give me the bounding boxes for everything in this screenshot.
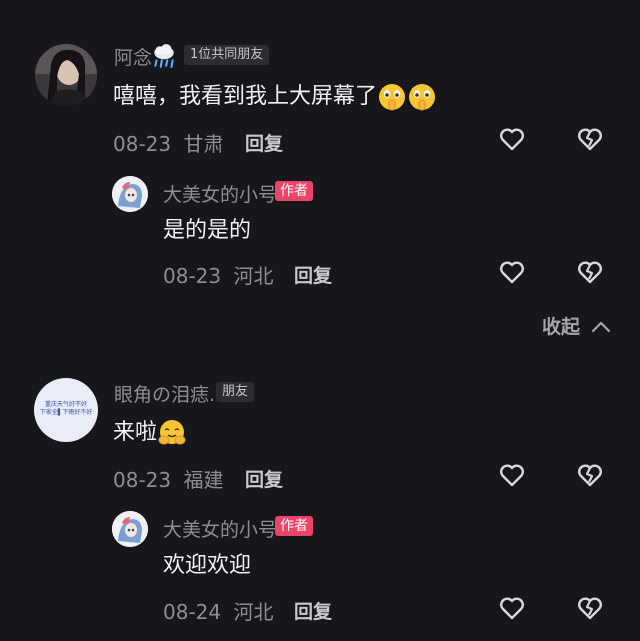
reply-text: 是的是的 <box>163 218 252 243</box>
reply-meta: 08-23 河北 <box>163 260 273 289</box>
reply-button[interactable]: 回复 <box>294 597 332 624</box>
comment-username[interactable]: 眼角の泪痣. <box>114 380 215 407</box>
comment-text-content: 嘻嘻，我看到我上大屏幕了 <box>113 84 378 109</box>
comment-username[interactable]: 阿念 <box>114 43 152 70</box>
heart-outline-icon[interactable] <box>498 461 526 489</box>
comment-meta: 08-23 福建 <box>113 464 223 493</box>
smiling-hug-emoji <box>157 418 187 448</box>
reply-username[interactable]: 大美女的小号 <box>163 515 277 542</box>
heart-outline-icon[interactable] <box>498 125 526 153</box>
reply-meta: 08-24 河北 <box>163 596 273 625</box>
reply-username[interactable]: 大美女的小号 <box>163 180 277 207</box>
collapse-replies-button[interactable]: 收起 <box>542 312 611 339</box>
broken-heart-icon[interactable] <box>576 461 604 489</box>
comment-date: 08-23 <box>113 468 172 492</box>
author-avatar[interactable] <box>112 176 148 212</box>
comment-text: 嘻嘻，我看到我上大屏幕了 <box>113 78 437 112</box>
comment-meta: 08-23 甘肃 <box>113 128 223 157</box>
comment-location: 福建 <box>183 468 224 492</box>
heart-outline-icon[interactable] <box>498 258 526 286</box>
comment-text-content: 来啦 <box>113 420 158 445</box>
avatar-caption: 重庆天气好不好 下家全▌下雨好不好 <box>39 401 93 416</box>
comment-date: 08-23 <box>113 132 172 156</box>
avatar[interactable]: 重庆天气好不好 下家全▌下雨好不好 <box>34 378 98 442</box>
comment-location: 甘肃 <box>183 132 224 156</box>
chevron-up-icon <box>591 317 611 339</box>
broken-heart-icon[interactable] <box>576 125 604 153</box>
heart-outline-icon[interactable] <box>498 594 526 622</box>
reply-button[interactable]: 回复 <box>245 129 283 156</box>
shushing-face-emoji <box>407 82 437 112</box>
cloud-rain-icon <box>150 42 176 68</box>
collapse-label: 收起 <box>542 316 581 338</box>
broken-heart-icon[interactable] <box>576 594 604 622</box>
reply-date: 08-23 <box>163 264 222 288</box>
mutual-friend-badge: 1位共同朋友 <box>184 45 270 65</box>
reply-location: 河北 <box>233 600 274 624</box>
reply-date: 08-24 <box>163 600 222 624</box>
friend-badge: 朋友 <box>216 382 255 402</box>
reply-location: 河北 <box>233 264 274 288</box>
broken-heart-icon[interactable] <box>576 258 604 286</box>
author-avatar[interactable] <box>112 511 148 547</box>
avatar[interactable] <box>35 44 97 106</box>
shushing-face-emoji <box>377 82 407 112</box>
reply-text: 欢迎欢迎 <box>163 553 252 578</box>
comment-text: 来啦 <box>113 414 187 448</box>
reply-button[interactable]: 回复 <box>245 465 283 492</box>
reply-button[interactable]: 回复 <box>294 261 332 288</box>
author-badge: 作者 <box>275 181 313 201</box>
author-badge: 作者 <box>275 516 313 536</box>
